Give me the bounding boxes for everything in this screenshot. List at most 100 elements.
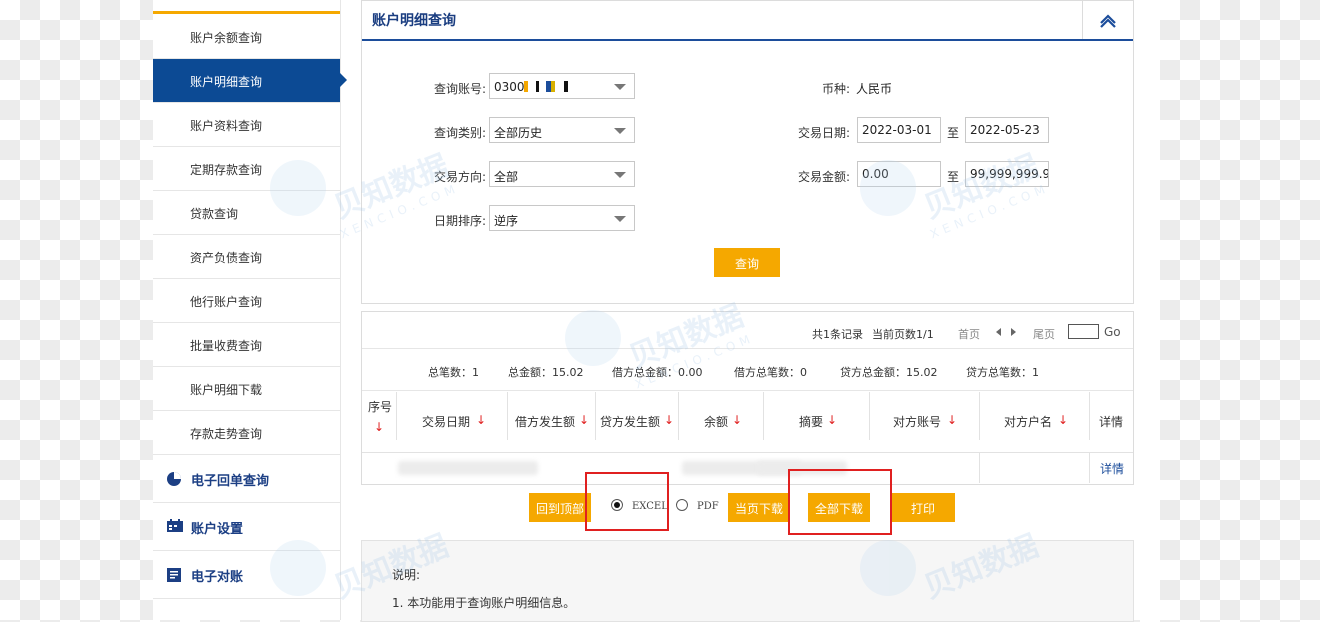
- sidebar-item-account-info[interactable]: 账户资料查询: [153, 103, 340, 147]
- masked-account-digits: [524, 81, 576, 92]
- sort-arrow-icon: ↓: [476, 413, 487, 427]
- sidebar-section-label: 账户设置: [191, 522, 244, 537]
- divider: [1089, 453, 1090, 483]
- current-page-download-button[interactable]: 当页下载: [728, 493, 790, 522]
- divider: [362, 348, 1133, 349]
- column-header-date[interactable]: 交易日期 ↓: [397, 392, 508, 440]
- sidebar-item-label: 定期存款查询: [190, 163, 263, 177]
- detail-link[interactable]: 详情: [1100, 460, 1124, 477]
- page-number-input[interactable]: [1068, 324, 1099, 339]
- query-button[interactable]: 查询: [714, 248, 780, 277]
- sidebar-item-deposit[interactable]: 定期存款查询: [153, 147, 340, 191]
- sidebar-section-reconciliation[interactable]: 电子对账: [153, 551, 340, 599]
- chevron-down-icon: [614, 84, 626, 90]
- last-page-link[interactable]: 尾页: [1033, 326, 1055, 342]
- chevron-up-icon: [1100, 14, 1116, 28]
- sidebar-section-receipt[interactable]: 电子回单查询: [153, 455, 340, 503]
- column-header-index[interactable]: 序号 ↓: [362, 392, 397, 440]
- highlight-box-excel: [585, 472, 669, 531]
- column-header-summary[interactable]: 摘要 ↓: [764, 392, 870, 440]
- divider: [362, 390, 1133, 391]
- direction-select[interactable]: 全部: [489, 161, 635, 187]
- notes-panel: 说明: 1. 本功能用于查询账户明细信息。: [361, 540, 1134, 622]
- sidebar-item-detail-download[interactable]: 账户明细下载: [153, 367, 340, 411]
- sidebar-accent-line: [153, 11, 340, 14]
- amount-from-input[interactable]: 0.00: [857, 161, 941, 187]
- column-header-counterparty-account[interactable]: 对方账号 ↓: [870, 392, 980, 440]
- account-label: 查询账号:: [433, 82, 486, 96]
- page-title: 账户明细查询: [372, 13, 456, 29]
- date-label: 交易日期:: [797, 126, 850, 140]
- pie-chart-icon: [166, 471, 182, 486]
- sort-arrow-icon: ↓: [664, 413, 675, 427]
- sidebar-item-loan[interactable]: 贷款查询: [153, 191, 340, 235]
- sort-arrow-icon: ↓: [947, 413, 958, 427]
- query-panel: 账户明细查询 查询账号: 0300 查询类别: 全部历史 交易方向: 全部 日期…: [361, 0, 1134, 304]
- column-header-balance[interactable]: 余额 ↓: [679, 392, 764, 440]
- account-select[interactable]: 0300: [489, 73, 635, 99]
- query-panel-header: 账户明细查询: [362, 1, 1133, 41]
- back-to-top-button[interactable]: 回到顶部: [529, 493, 591, 522]
- sidebar-item-label: 他行账户查询: [190, 295, 263, 309]
- blurred-cell: [398, 461, 538, 475]
- amount-label: 交易金额:: [797, 170, 850, 184]
- sort-label: 日期排序:: [433, 214, 486, 228]
- summary-debit-amount: 借方总金额：0.00: [612, 366, 703, 379]
- type-label: 查询类别:: [433, 126, 486, 140]
- sidebar-section-label: 电子回单查询: [191, 474, 270, 489]
- collapse-button[interactable]: [1082, 1, 1133, 39]
- sidebar-item-label: 贷款查询: [190, 207, 239, 221]
- sort-arrow-icon: ↓: [732, 413, 743, 427]
- date-from-input[interactable]: 2022-03-01: [857, 117, 941, 143]
- divider: [979, 453, 980, 483]
- summary-total-amount: 总金额：15.02: [508, 366, 584, 379]
- calendar-icon: [166, 519, 183, 533]
- summary-credit-amount: 贷方总金额：15.02: [840, 366, 938, 379]
- sort-select[interactable]: 逆序: [489, 205, 635, 231]
- sidebar-section-account-settings[interactable]: 账户设置: [153, 503, 340, 551]
- first-page-link[interactable]: 首页: [958, 326, 980, 342]
- sort-arrow-icon: ↓: [827, 413, 838, 427]
- type-value: 全部历史: [494, 126, 543, 140]
- app-window: 账户余额查询 账户明细查询 账户资料查询 定期存款查询 贷款查询 资产负债查询 …: [153, 0, 1160, 622]
- sidebar-section-label: 电子对账: [191, 570, 244, 585]
- column-header-counterparty-name[interactable]: 对方户名 ↓: [980, 392, 1090, 440]
- prev-next-arrows-icon[interactable]: [995, 327, 1017, 337]
- chevron-down-icon: [614, 128, 626, 134]
- pdf-label: PDF: [697, 501, 719, 512]
- summary-credit-count: 贷方总笔数：1: [966, 366, 1039, 379]
- currency-label: 币种:: [821, 82, 850, 96]
- amount-to-input[interactable]: 99,999,999.9: [965, 161, 1049, 187]
- table-row: 详情: [362, 453, 1133, 483]
- type-select[interactable]: 全部历史: [489, 117, 635, 143]
- document-icon: [166, 567, 182, 582]
- page-indicator: 当前页数1/1: [872, 328, 934, 341]
- date-range-separator: 至: [947, 126, 960, 140]
- sort-arrow-icon: ↓: [374, 420, 385, 434]
- print-button[interactable]: 打印: [891, 493, 955, 522]
- sidebar-item-balance[interactable]: 账户余额查询: [153, 15, 340, 59]
- direction-label: 交易方向:: [433, 170, 486, 184]
- column-header-credit[interactable]: 贷方发生额 ↓: [596, 392, 679, 440]
- sidebar-item-deposit-trend[interactable]: 存款走势查询: [153, 411, 340, 455]
- currency-value: 人民币: [856, 82, 893, 96]
- pdf-radio[interactable]: [676, 499, 688, 511]
- sidebar-item-detail[interactable]: 账户明细查询: [153, 59, 347, 103]
- amount-range-separator: 至: [947, 170, 960, 184]
- sidebar-item-other-bank[interactable]: 他行账户查询: [153, 279, 340, 323]
- notes-title: 说明:: [392, 568, 421, 582]
- sidebar-item-batch-fee[interactable]: 批量收费查询: [153, 323, 340, 367]
- highlight-box-download-all: [788, 469, 892, 535]
- column-header-debit[interactable]: 借方发生额 ↓: [508, 392, 596, 440]
- sidebar-item-label: 批量收费查询: [190, 339, 263, 353]
- sidebar-item-assets[interactable]: 资产负债查询: [153, 235, 340, 279]
- sidebar-item-label: 账户余额查询: [190, 31, 263, 45]
- account-value: 0300: [494, 80, 525, 94]
- sidebar-item-label: 存款走势查询: [190, 427, 263, 441]
- direction-value: 全部: [494, 170, 519, 184]
- sidebar-item-label: 资产负债查询: [190, 251, 263, 265]
- date-to-input[interactable]: 2022-05-23: [965, 117, 1049, 143]
- results-panel: 共1条记录 当前页数1/1 首页 尾页 Go 总笔数：1 总金额：15.02 借…: [361, 311, 1134, 485]
- go-button[interactable]: Go: [1104, 325, 1121, 339]
- sidebar-item-label: 账户明细查询: [190, 75, 263, 89]
